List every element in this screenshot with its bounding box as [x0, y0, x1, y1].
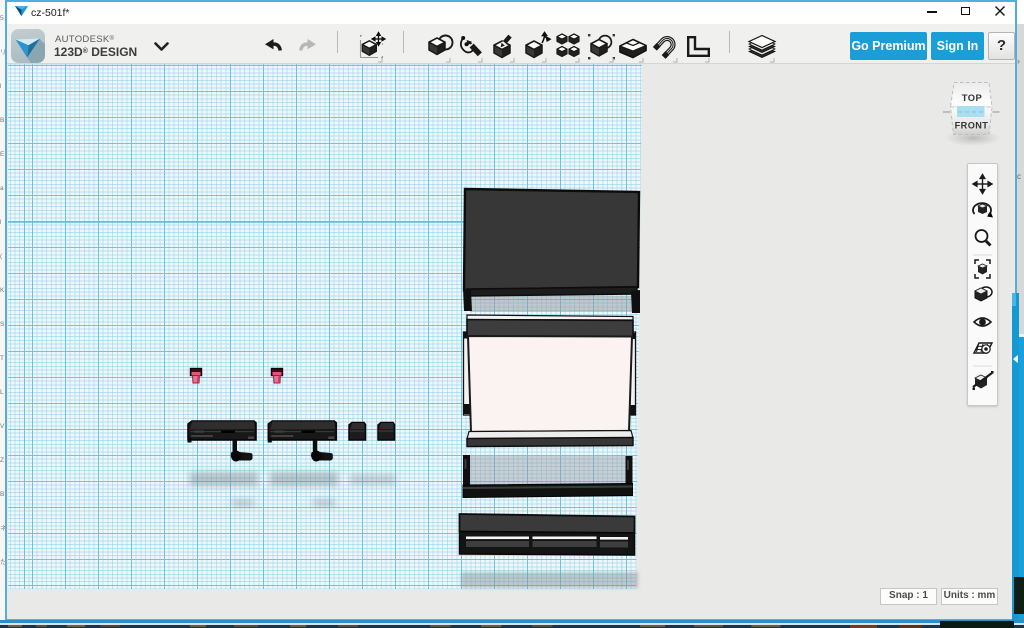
svg-text:FRONT: FRONT	[955, 121, 989, 131]
svg-text:TOP: TOP	[962, 92, 983, 103]
